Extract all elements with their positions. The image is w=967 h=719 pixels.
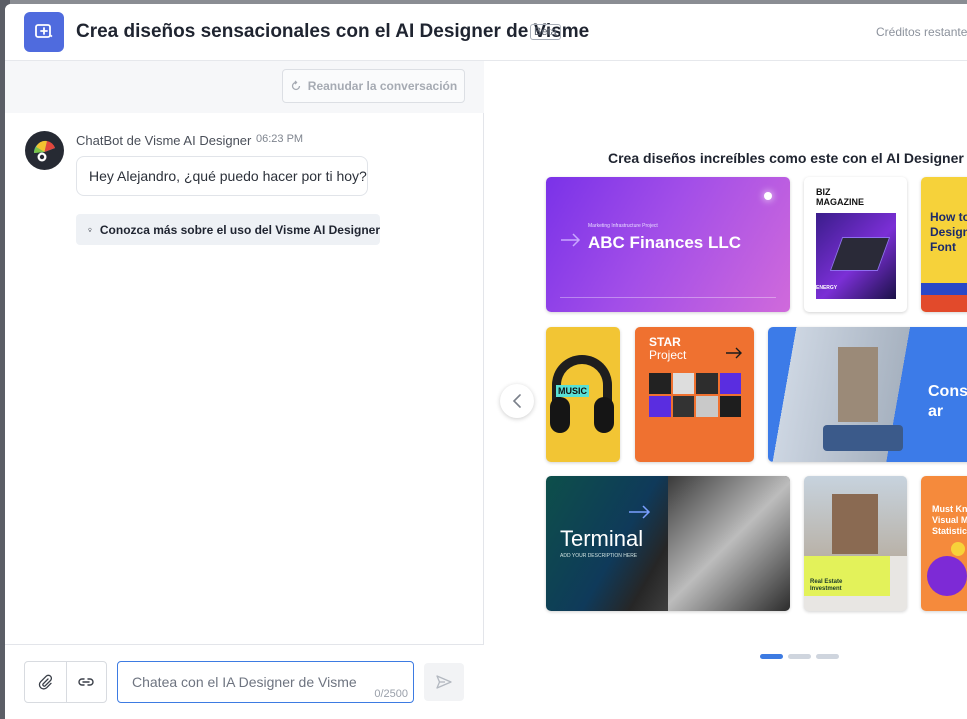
card-divider	[560, 297, 776, 298]
template-card-biz-magazine[interactable]: BIZ MAGAZINE ENERGY	[804, 177, 907, 312]
headphones-right-cup	[594, 397, 614, 433]
resume-conversation-button[interactable]: Reanudar la conversación	[282, 69, 465, 103]
composer-tools	[24, 661, 107, 703]
template-card-must-know[interactable]: Must Kn Visual M Statistic	[921, 476, 967, 611]
yellow-dot	[951, 542, 965, 556]
abc-title: ABC Finances LLC	[588, 233, 742, 252]
terminal-photo	[668, 476, 790, 611]
biz-title: BIZ MAGAZINE	[816, 187, 864, 207]
pagination-dot-3[interactable]	[816, 654, 839, 659]
resume-conversation-label: Reanudar la conversación	[307, 79, 458, 93]
howto-title: How to Design a Font	[930, 210, 967, 254]
mustknow-title: Must Kn Visual M Statistic	[932, 504, 967, 536]
template-card-real-estate[interactable]: Real Estate Investment	[804, 476, 907, 611]
chatbot-name: ChatBot de Visme AI Designer	[76, 133, 252, 148]
purple-circle	[927, 556, 967, 596]
beta-badge: Beta	[530, 24, 561, 40]
learn-more-link[interactable]: Conozca más sobre el uso del Visme AI De…	[76, 214, 380, 245]
arrow-icon	[561, 233, 581, 247]
chat-panel: Reanudar la conversación ChatBot de Vism…	[5, 61, 484, 719]
consulting-title: Cons ar	[928, 383, 967, 420]
stripe-blue	[921, 283, 967, 295]
gallery-prev-button[interactable]	[500, 384, 534, 418]
chat-composer: 0/2500	[5, 644, 484, 719]
house-photo	[804, 476, 907, 556]
ai-designer-modal: Crea diseños sensacionales con el AI Des…	[5, 4, 967, 719]
learn-more-label: Conozca más sobre el uso del Visme AI De…	[99, 222, 380, 237]
music-title: MUSIC	[556, 385, 589, 397]
terminal-title: Terminal	[560, 526, 644, 551]
biz-tag: ENERGY	[816, 285, 838, 291]
template-card-music[interactable]: MUSIC	[546, 327, 620, 462]
template-card-abc-finances[interactable]: Marketing Infrastructure Project ABC Fin…	[546, 177, 790, 312]
brick-wall	[838, 347, 878, 422]
chat-input-wrapper: 0/2500	[117, 661, 414, 703]
message-timestamp: 06:23 PM	[256, 133, 304, 145]
send-icon	[436, 675, 452, 689]
modal-title: Crea diseños sensacionales con el AI Des…	[76, 21, 590, 42]
template-card-star-project[interactable]: STAR Project	[635, 327, 754, 462]
pagination-dot-2[interactable]	[788, 654, 811, 659]
template-card-consulting[interactable]: Cons ar	[768, 327, 967, 462]
ai-designer-icon	[24, 12, 64, 52]
terminal-subtitle: ADD YOUR DESCRIPTION HERE	[560, 553, 638, 559]
bot-message-bubble: Hey Alejandro, ¿qué puedo hacer por ti h…	[76, 156, 368, 196]
photo-grid	[649, 373, 741, 417]
glow-dot	[764, 192, 772, 200]
resume-bar: Reanudar la conversación	[5, 61, 484, 113]
link-icon	[78, 678, 94, 686]
lightbulb-icon	[88, 227, 92, 232]
send-button[interactable]	[424, 663, 464, 701]
realestate-title: Real Estate Investment	[810, 579, 843, 592]
attach-button[interactable]	[25, 662, 66, 702]
star-subtitle: Project	[649, 348, 687, 362]
refresh-icon	[291, 80, 300, 91]
pagination-dot-1[interactable]	[760, 654, 783, 659]
gallery-pagination	[760, 654, 839, 659]
arrow-icon	[726, 347, 742, 359]
gallery-title: Crea diseños increíbles como este con el…	[608, 150, 967, 166]
headphones-left-cup	[550, 397, 570, 433]
abc-kicker: Marketing Infrastructure Project	[588, 223, 658, 229]
template-card-how-to-font[interactable]: How to Design a Font	[921, 177, 967, 312]
chat-input[interactable]	[118, 662, 413, 702]
chevron-left-icon	[512, 394, 521, 408]
sofa-shape	[823, 425, 903, 451]
star-title: STAR	[649, 335, 681, 349]
chatbot-avatar	[25, 131, 64, 170]
laptop-shape	[829, 237, 891, 271]
template-card-terminal[interactable]: Terminal ADD YOUR DESCRIPTION HERE	[546, 476, 790, 611]
paperclip-icon	[39, 674, 53, 690]
arrow-icon	[629, 505, 651, 519]
house-shape	[832, 494, 878, 554]
template-gallery: Crea diseños increíbles como este con el…	[485, 61, 967, 719]
credits-remaining: Créditos restante	[876, 25, 967, 39]
character-counter: 0/2500	[374, 688, 408, 700]
stripe-red	[921, 295, 967, 312]
modal-header: Crea diseños sensacionales con el AI Des…	[5, 4, 967, 61]
link-button[interactable]	[65, 662, 107, 702]
